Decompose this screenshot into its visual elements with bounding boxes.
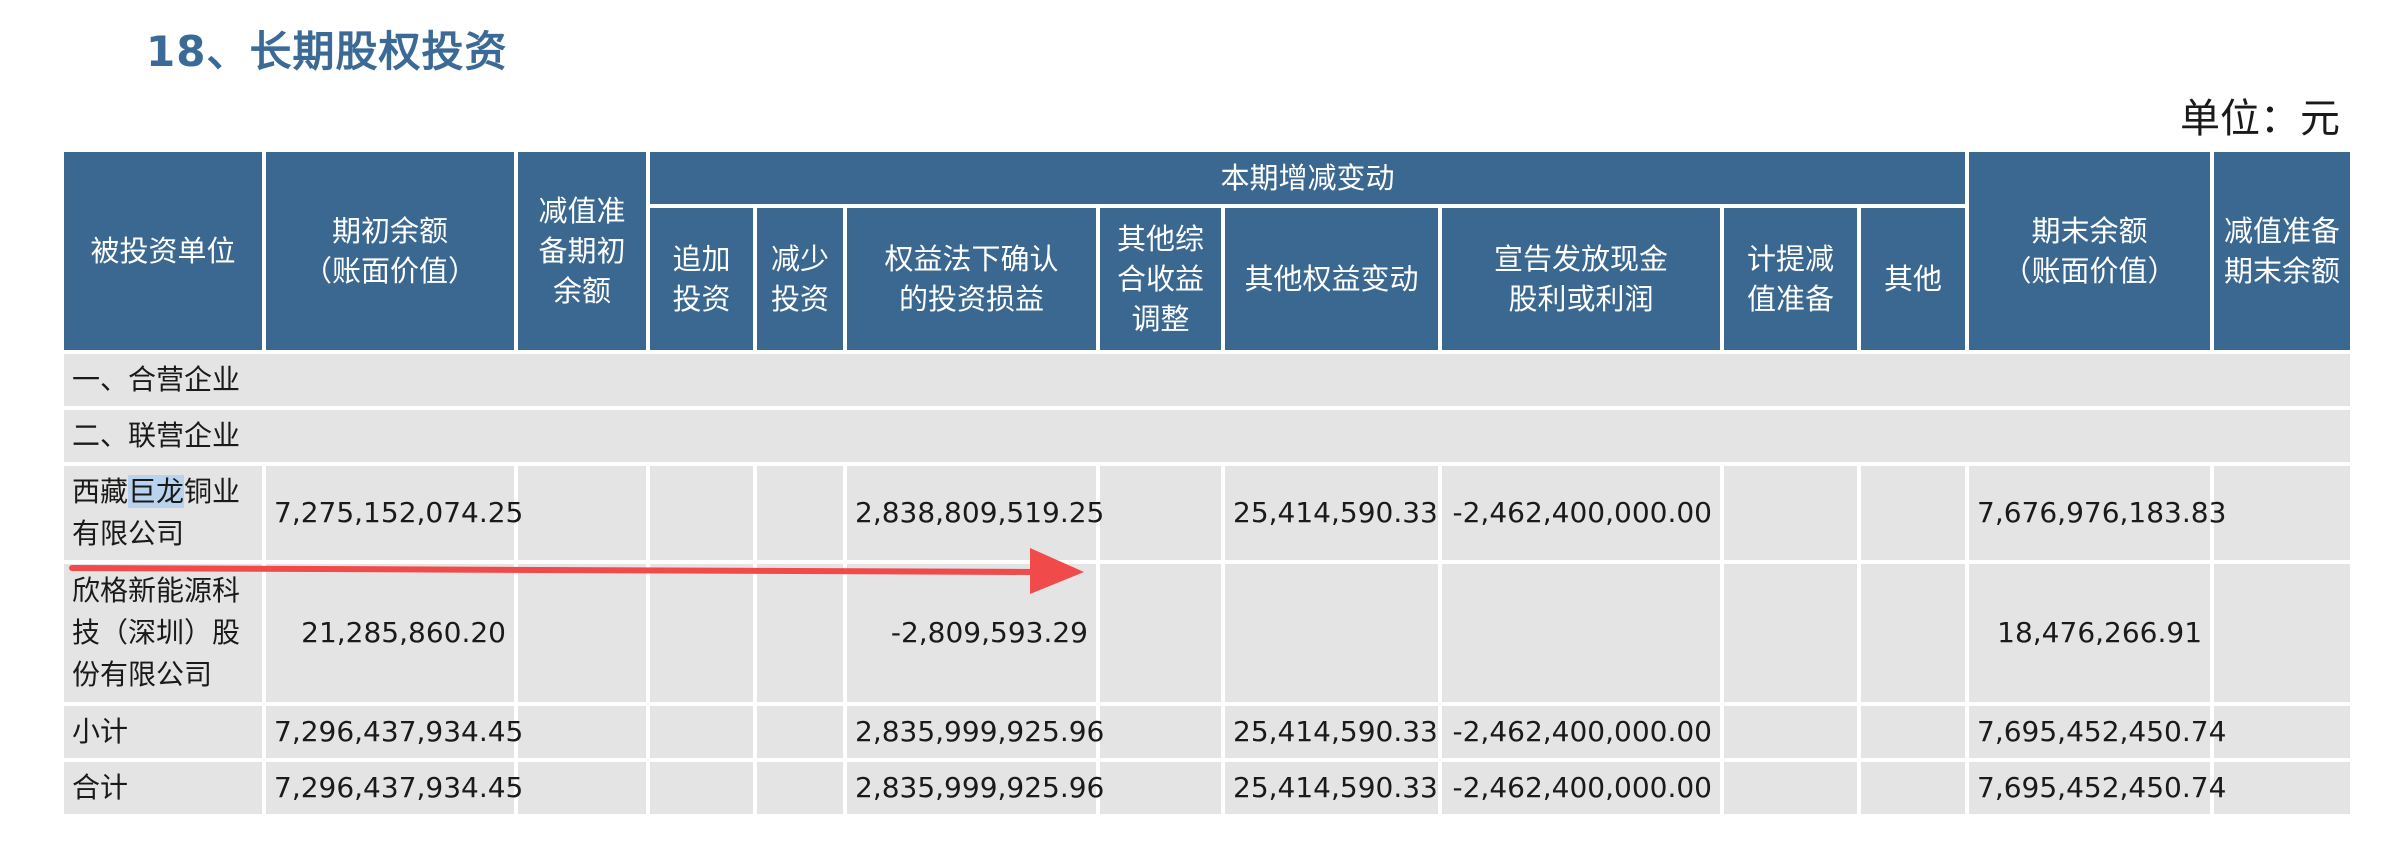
section-title: 18、长期股权投资 — [146, 27, 508, 76]
cell-closing: 7,695,452,450.74 — [1965, 758, 2226, 818]
cell-impairment-provision — [1720, 462, 1861, 564]
cell-oci — [1096, 560, 1225, 706]
cell-reduce-invest — [753, 758, 847, 818]
cell-other-equity: 25,414,590.33 — [1221, 462, 1442, 564]
subtotal-row: 小计 7,296,437,934.45 2,835,999,925.96 25,… — [60, 702, 2355, 762]
header-impairment-opening: 减值准 备期初 余额 — [514, 148, 650, 354]
header-other-equity: 其他权益变动 — [1221, 204, 1442, 354]
header-opening: 期初余额 （账面价值） — [262, 148, 518, 354]
investee-name: 西藏巨龙铜业有限公司 — [60, 462, 266, 564]
cell-opening: 21,285,860.20 — [262, 560, 518, 706]
cell-add-invest — [646, 462, 757, 564]
cell-dividend: -2,462,400,000.00 — [1438, 462, 1724, 564]
cell-impairment-provision — [1720, 560, 1861, 706]
cell-oci — [1096, 758, 1225, 818]
cell-equity-method: 2,835,999,925.96 — [843, 758, 1104, 818]
section-row-associates: 二、联营企业 — [59, 406, 2355, 466]
section-label: 二、联营企业 — [59, 406, 2355, 466]
cell-opening: 7,296,437,934.45 — [262, 702, 523, 762]
header-dividend: 宣告发放现金 股利或利润 — [1438, 204, 1724, 354]
cell-impairment-opening — [514, 560, 650, 706]
cell-closing: 7,676,976,183.83 — [1965, 462, 2226, 564]
section-row-joint-ventures: 一、合营企业 — [59, 350, 2355, 410]
cell-dividend — [1438, 560, 1724, 706]
cell-oci — [1096, 462, 1225, 564]
header-closing: 期末余额 （账面价值） — [1965, 148, 2215, 354]
cell-impairment-provision — [1720, 758, 1861, 818]
total-label: 合计 — [60, 758, 266, 818]
cell-impairment-closing — [2210, 462, 2355, 564]
table-row: 欣格新能源科技（深圳）股份有限公司 21,285,860.20 -2,809,5… — [60, 560, 2355, 706]
investee-name: 欣格新能源科技（深圳）股份有限公司 — [60, 560, 266, 706]
cell-impairment-closing — [2210, 702, 2355, 762]
header-other: 其他 — [1856, 204, 1970, 354]
header-oci: 其他综 合收益 调整 — [1096, 204, 1225, 354]
header-add-invest: 追加 投资 — [646, 204, 757, 354]
selected-text-highlight[interactable]: 巨龙 — [128, 475, 185, 508]
cell-other — [1856, 702, 1970, 762]
cell-equity-method: -2,809,593.29 — [843, 560, 1100, 706]
cell-equity-method: 2,835,999,925.96 — [843, 702, 1104, 762]
cell-other-equity: 25,414,590.33 — [1221, 758, 1442, 818]
cell-other-equity: 25,414,590.33 — [1221, 702, 1442, 762]
cell-dividend: -2,462,400,000.00 — [1438, 702, 1724, 762]
table-row: 西藏巨龙铜业有限公司 7,275,152,074.25 2,838,809,51… — [60, 462, 2355, 564]
header-equity-method: 权益法下确认 的投资损益 — [843, 204, 1100, 354]
header-impairment-closing: 减值准备 期末余额 — [2210, 148, 2355, 354]
cell-closing: 18,476,266.91 — [1965, 560, 2215, 706]
header-impairment-provision: 计提减 值准备 — [1720, 204, 1861, 354]
cell-impairment-closing — [2210, 758, 2355, 818]
cell-add-invest — [646, 560, 757, 706]
investment-table: 被投资单位 期初余额 （账面价值） 减值准 备期初 余额 本期增减变动 期末余额 （账面… — [59, 148, 2355, 818]
cell-impairment-provision — [1720, 702, 1861, 762]
cell-other — [1856, 462, 1970, 564]
cell-closing: 7,695,452,450.74 — [1965, 702, 2226, 762]
subtotal-label: 小计 — [60, 702, 266, 762]
cell-dividend: -2,462,400,000.00 — [1438, 758, 1724, 818]
total-row: 合计 7,296,437,934.45 2,835,999,925.96 25,… — [60, 758, 2355, 818]
cell-other — [1856, 758, 1970, 818]
cell-reduce-invest — [753, 702, 847, 762]
cell-other-equity — [1221, 560, 1442, 706]
cell-reduce-invest — [753, 560, 847, 706]
cell-other — [1856, 560, 1970, 706]
cell-equity-method: 2,838,809,519.25 — [843, 462, 1104, 564]
cell-reduce-invest — [753, 462, 847, 564]
cell-add-invest — [646, 702, 757, 762]
header-investee: 被投资单位 — [60, 148, 266, 354]
cell-opening: 7,275,152,074.25 — [262, 462, 523, 564]
section-label: 一、合营企业 — [59, 350, 2355, 410]
header-changes-group: 本期增减变动 — [645, 148, 1970, 208]
cell-impairment-opening — [514, 758, 650, 818]
cell-add-invest — [646, 758, 757, 818]
cell-impairment-opening — [514, 462, 650, 564]
unit-label: 单位：元 — [2180, 96, 2340, 142]
cell-oci — [1096, 702, 1225, 762]
cell-impairment-opening — [514, 702, 650, 762]
cell-opening: 7,296,437,934.45 — [262, 758, 523, 818]
cell-impairment-closing — [2210, 560, 2355, 706]
header-reduce-invest: 减少 投资 — [753, 204, 847, 354]
